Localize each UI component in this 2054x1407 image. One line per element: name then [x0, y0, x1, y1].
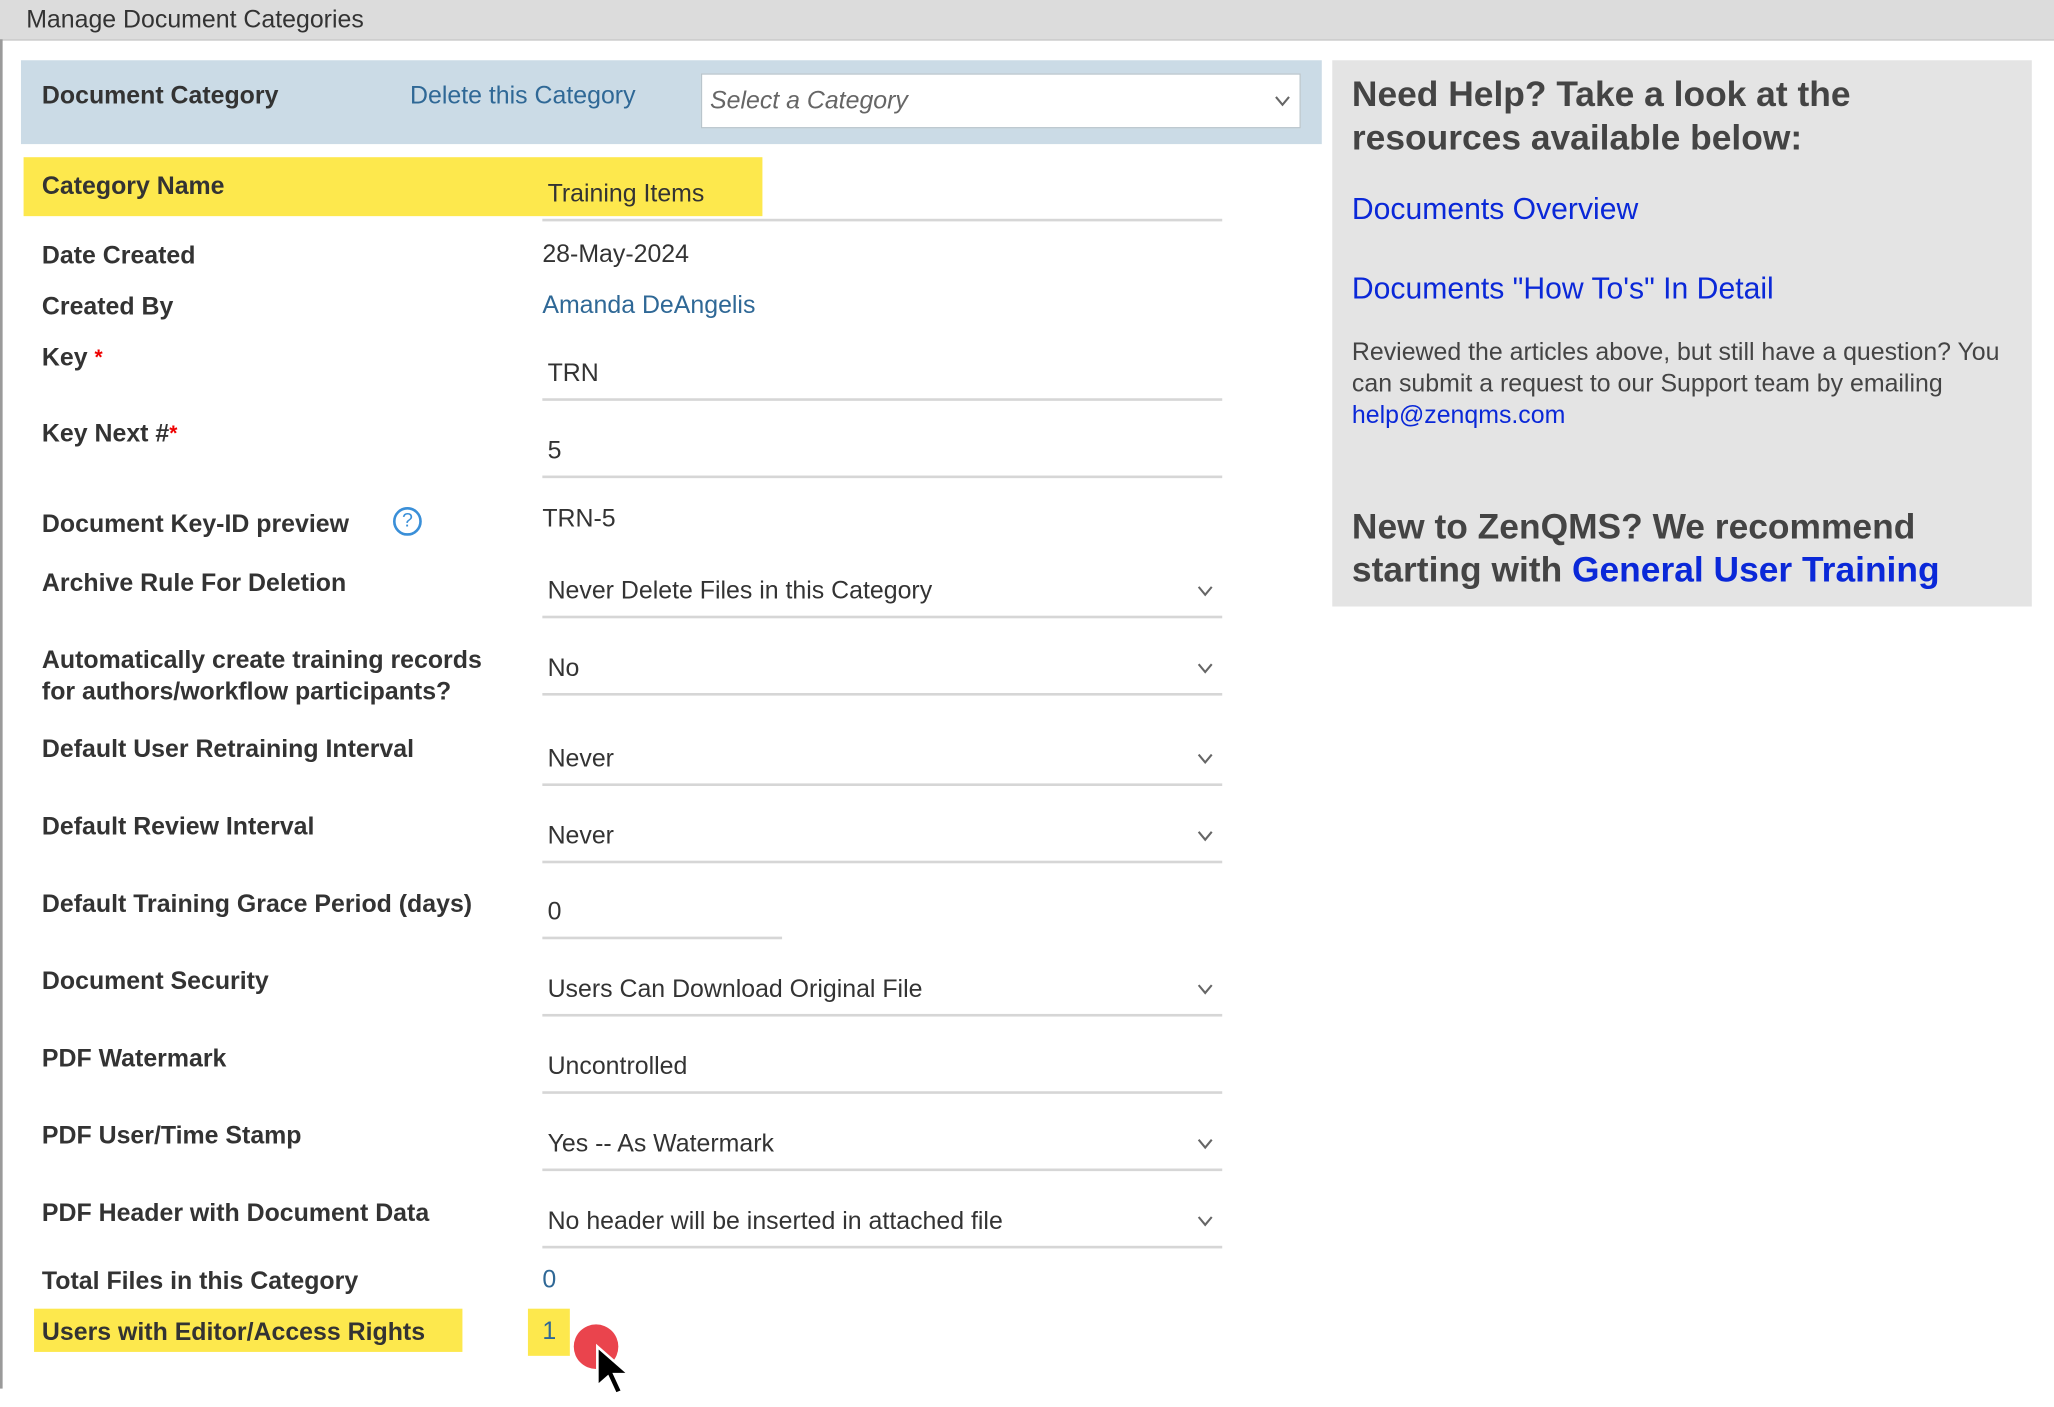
review-interval-select[interactable]: Never: [542, 813, 1223, 864]
help-heading: Need Help? Take a look at the resources …: [1351, 74, 1851, 158]
document-category-label: Document Category: [41, 82, 279, 111]
grace-period-value: 0: [547, 898, 562, 927]
document-security-select[interactable]: Users Can Download Original File: [542, 966, 1223, 1017]
pdf-watermark-input[interactable]: Uncontrolled: [542, 1044, 1223, 1094]
window-title-bar: Manage Document Categories: [0, 0, 2054, 41]
category-name-label: Category Name: [41, 172, 225, 201]
chevron-down-icon: [1197, 663, 1213, 674]
key-next-value: 5: [547, 437, 562, 466]
retraining-interval-label: Default User Retraining Interval: [41, 736, 415, 764]
archive-rule-value: Never Delete Files in this Category: [547, 577, 933, 606]
documents-howto-link[interactable]: Documents "How To's" In Detail: [1352, 271, 1774, 306]
grace-period-label: Default Training Grace Period (days): [41, 890, 473, 919]
key-input[interactable]: TRN: [542, 351, 1223, 401]
total-files-label: Total Files in this Category: [41, 1268, 359, 1296]
grace-period-input[interactable]: 0: [542, 889, 783, 940]
pdf-header-value: No header will be inserted in attached f…: [547, 1207, 1003, 1236]
mouse-pointer-icon: [596, 1343, 633, 1396]
pdf-stamp-value: Yes -- As Watermark: [547, 1130, 774, 1159]
editor-rights-label: Users with Editor/Access Rights: [41, 1319, 426, 1347]
retraining-interval-value: Never: [547, 745, 614, 773]
documents-overview-link[interactable]: Documents Overview: [1352, 191, 1638, 226]
review-interval-label: Default Review Interval: [41, 813, 315, 842]
help-paragraph: Reviewed the articles above, but still h…: [1352, 338, 2020, 432]
pdf-stamp-label: PDF User/Time Stamp: [41, 1122, 302, 1151]
editor-rights-link[interactable]: 1: [542, 1318, 556, 1347]
created-by-link[interactable]: Amanda DeAngelis: [542, 292, 755, 321]
archive-rule-select[interactable]: Never Delete Files in this Category: [542, 568, 1223, 619]
chevron-down-icon: [1275, 96, 1290, 107]
key-label-text: Key: [41, 344, 88, 373]
chevron-down-icon: [1197, 1139, 1213, 1150]
key-next-label-text: Key Next #: [41, 420, 170, 449]
required-marker: *: [94, 347, 103, 370]
help-panel: Need Help? Take a look at the resources …: [1332, 60, 2032, 607]
pdf-header-select[interactable]: No header will be inserted in attached f…: [542, 1198, 1223, 1249]
left-border: [0, 39, 3, 1389]
window-title: Manage Document Categories: [26, 6, 364, 35]
document-security-label: Document Security: [41, 968, 269, 996]
document-security-value: Users Can Download Original File: [547, 975, 923, 1004]
delete-category-link[interactable]: Delete this Category: [410, 83, 636, 112]
key-next-input[interactable]: 5: [542, 428, 1223, 479]
date-created-value: 28-May-2024: [542, 241, 689, 269]
chevron-down-icon: [1197, 1216, 1213, 1227]
pdf-watermark-label: PDF Watermark: [41, 1045, 227, 1073]
key-id-preview-value: TRN-5: [542, 505, 616, 534]
pdf-stamp-select[interactable]: Yes -- As Watermark: [542, 1121, 1223, 1172]
auto-training-select[interactable]: No: [542, 645, 1223, 696]
auto-training-value: No: [547, 655, 580, 683]
auto-training-label: Automatically create training records fo…: [42, 646, 482, 709]
help-circle-icon[interactable]: ?: [392, 506, 422, 536]
required-marker: *: [169, 423, 178, 446]
support-email-link[interactable]: help@zenqms.com: [1352, 402, 1565, 430]
auto-training-label-line2: for authors/workflow participants?: [41, 678, 452, 707]
new-user-heading: New to ZenQMS? We recommend starting wit…: [1352, 506, 2020, 592]
category-name-input[interactable]: Training Items: [542, 172, 1223, 222]
chevron-down-icon: [1197, 831, 1213, 842]
retraining-interval-select[interactable]: Never: [542, 736, 1223, 786]
key-next-label: Key Next #*: [42, 419, 177, 450]
category-selector-bar: Document Category Delete this Category S…: [20, 60, 1322, 145]
pdf-watermark-value: Uncontrolled: [547, 1053, 688, 1081]
chevron-down-icon: [1197, 984, 1213, 995]
manage-document-categories-window: Manage Document Categories Document Cate…: [0, 0, 2054, 1396]
category-select[interactable]: Select a Category: [700, 73, 1301, 129]
category-select-placeholder: Select a Category: [710, 87, 908, 116]
key-value: TRN: [547, 360, 599, 388]
chevron-down-icon: [1197, 586, 1213, 597]
created-by-label: Created By: [41, 293, 174, 321]
pdf-header-label: PDF Header with Document Data: [41, 1199, 430, 1228]
help-paragraph-text: Reviewed the articles above, but still h…: [1351, 339, 2000, 399]
key-id-preview-label: Document Key-ID preview: [41, 510, 349, 539]
category-name-value: Training Items: [547, 180, 705, 209]
date-created-label: Date Created: [41, 242, 196, 270]
chevron-down-icon: [1197, 753, 1213, 765]
archive-rule-label: Archive Rule For Deletion: [41, 569, 347, 598]
help-circle-glyph: ?: [401, 509, 413, 532]
key-label: Key *: [42, 343, 103, 374]
general-user-training-link[interactable]: General User Training: [1572, 550, 1940, 589]
auto-training-label-line1: Automatically create training records: [41, 647, 482, 675]
review-interval-value: Never: [547, 822, 614, 851]
total-files-link[interactable]: 0: [542, 1267, 556, 1296]
